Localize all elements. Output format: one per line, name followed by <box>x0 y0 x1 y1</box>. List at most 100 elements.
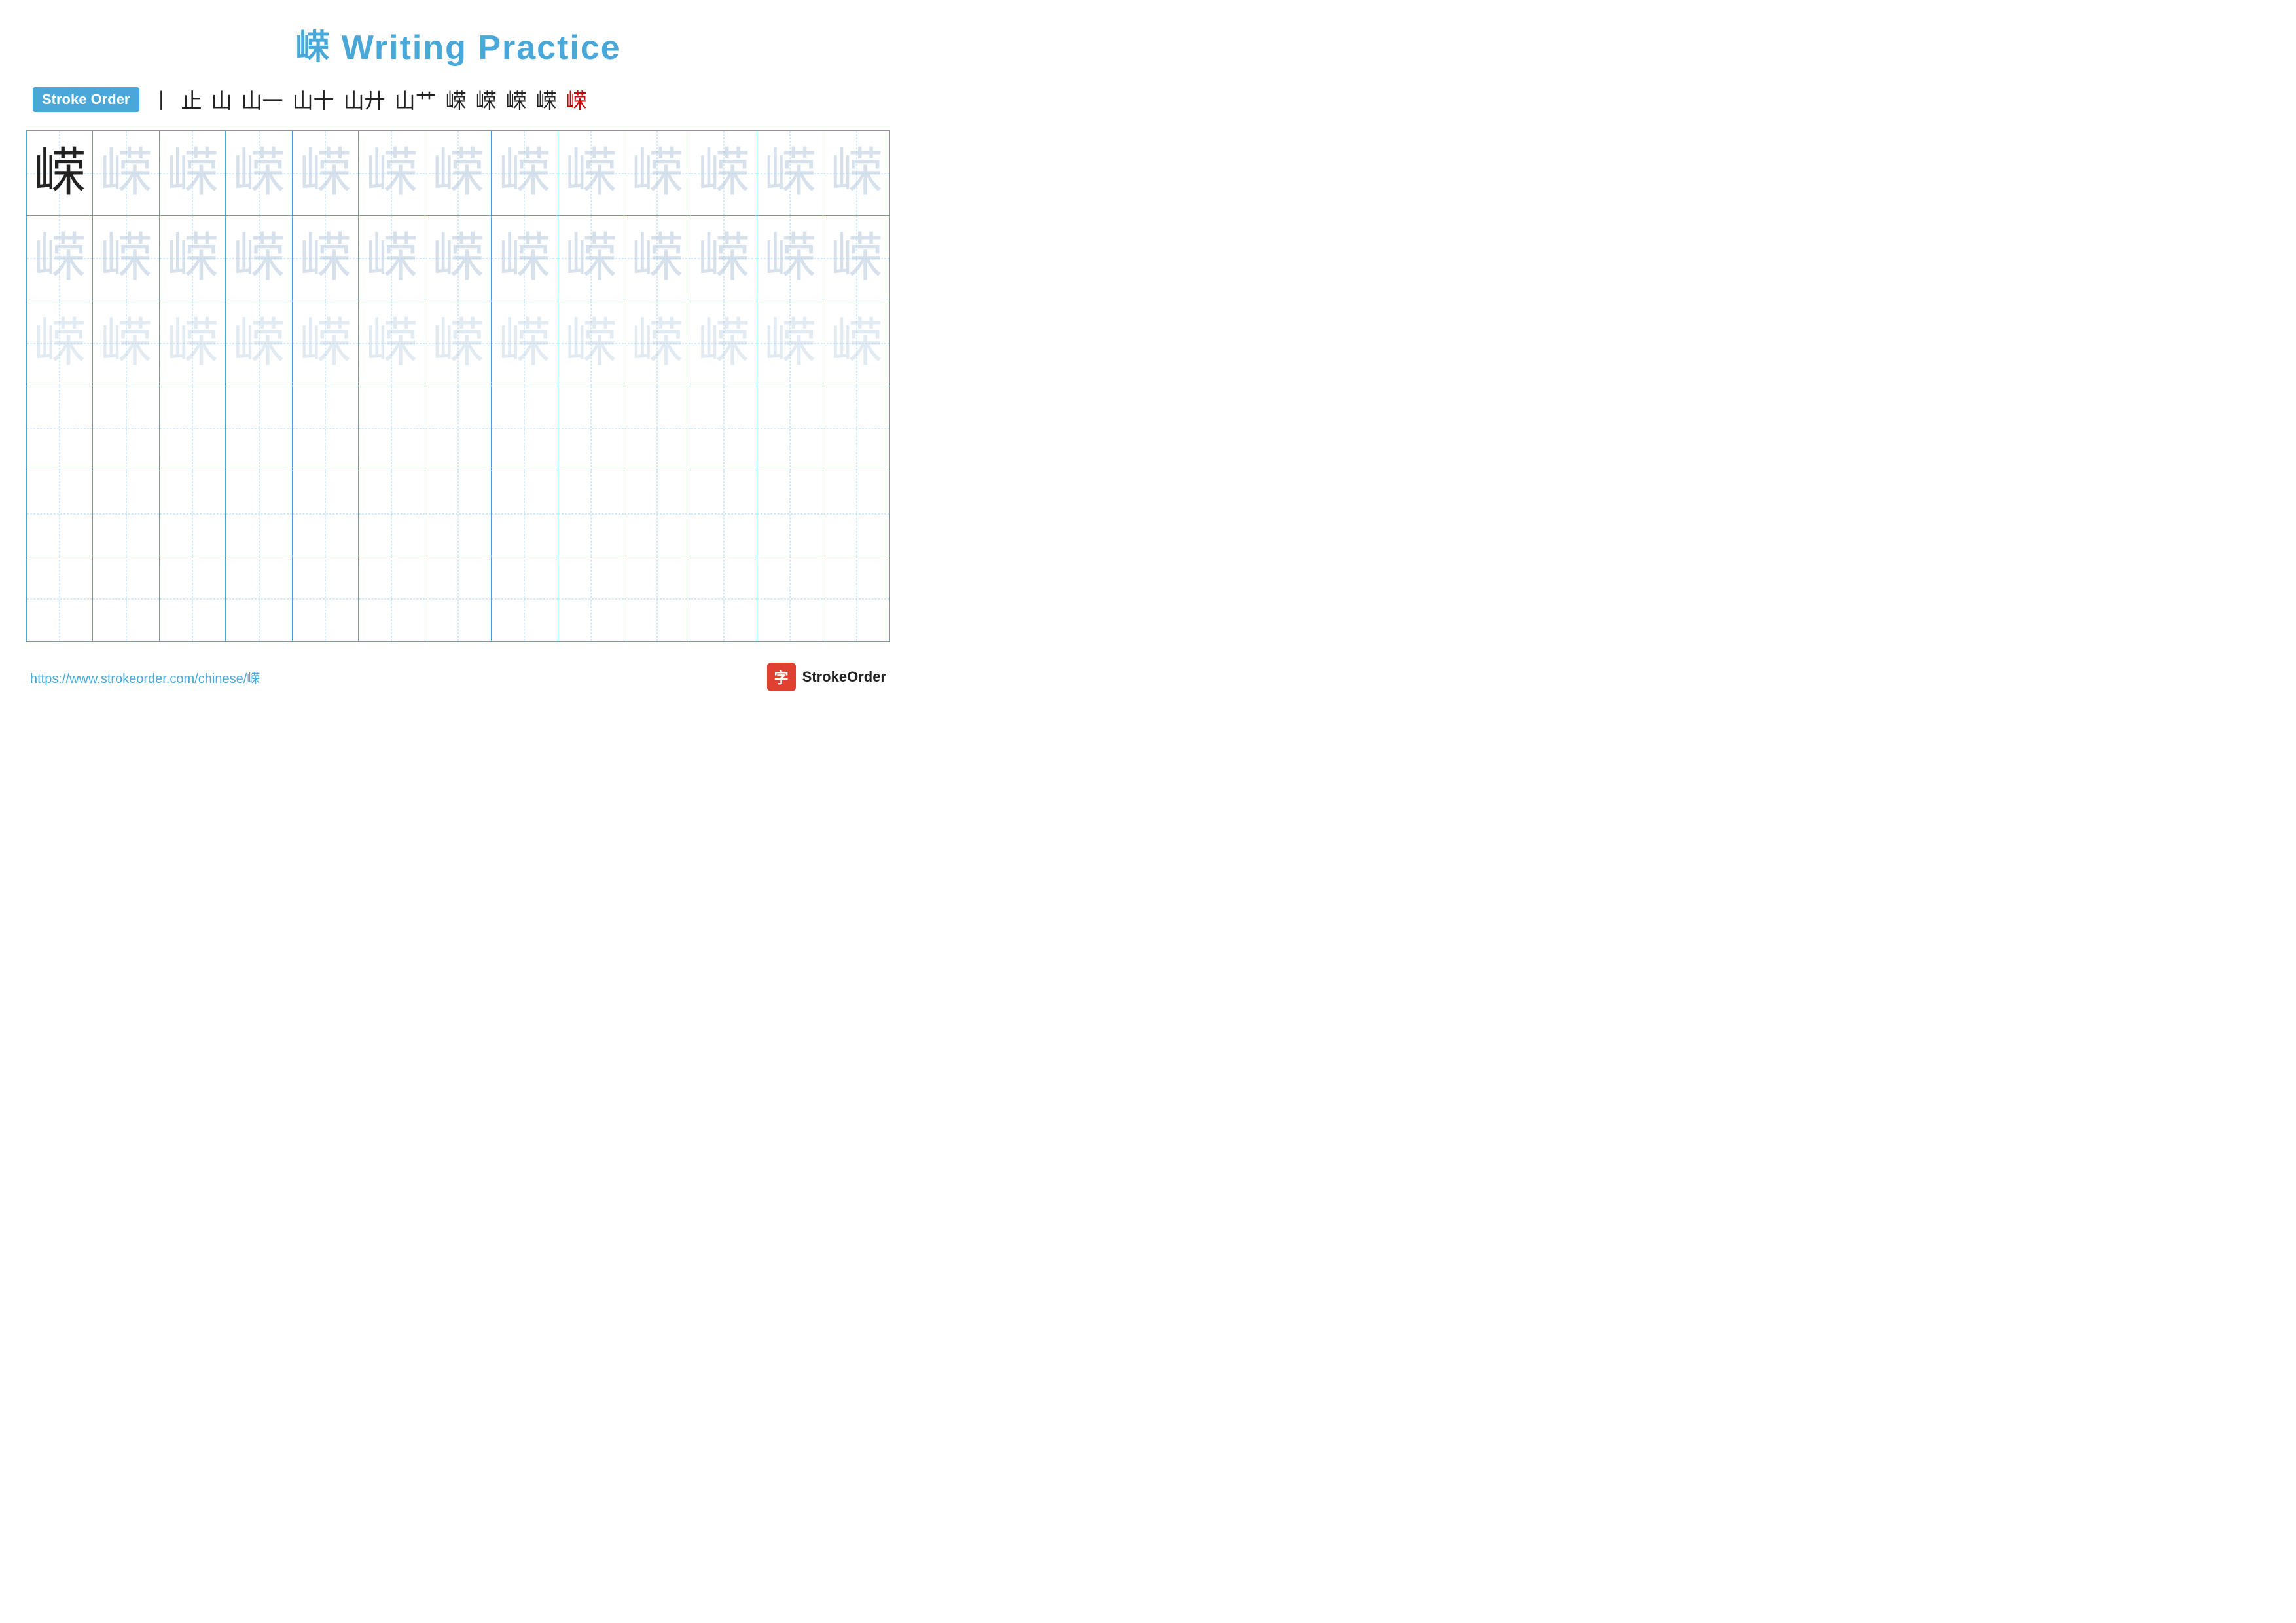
brand-name: StrokeOrder <box>802 668 886 685</box>
grid-cell: 嵘 <box>691 301 757 386</box>
grid-cell[interactable] <box>757 386 823 471</box>
stroke-sequence: 丨 止 山 山一 山十 山廾 山艹 嵘 嵘 嵘 嵘 嵘 <box>151 84 587 115</box>
char-faint2: 嵘 <box>631 315 683 373</box>
grid-cell[interactable] <box>292 471 358 556</box>
grid-cell[interactable] <box>823 386 890 471</box>
grid-cell[interactable] <box>691 386 757 471</box>
stroke-8: 嵘 <box>446 84 467 115</box>
grid-cell: 嵘 <box>359 216 425 301</box>
char-faint2: 嵘 <box>764 315 816 373</box>
grid-cell[interactable] <box>27 556 93 642</box>
grid-cell: 嵘 <box>93 216 159 301</box>
char-faint2: 嵘 <box>565 315 617 373</box>
char-faint2: 嵘 <box>698 315 750 373</box>
grid-cell[interactable] <box>93 556 159 642</box>
stroke-7: 山艹 <box>395 84 437 115</box>
char-faint: 嵘 <box>432 145 484 202</box>
grid-cell: 嵘 <box>823 131 890 216</box>
char-faint: 嵘 <box>565 145 617 202</box>
grid-cell[interactable] <box>492 386 558 471</box>
char-faint: 嵘 <box>166 230 219 287</box>
grid-cell[interactable] <box>624 556 691 642</box>
grid-cell[interactable] <box>159 556 225 642</box>
char-faint: 嵘 <box>764 230 816 287</box>
grid-cell: 嵘 <box>691 216 757 301</box>
grid-cell: 嵘 <box>558 131 624 216</box>
grid-cell[interactable] <box>359 471 425 556</box>
grid-cell: 嵘 <box>492 301 558 386</box>
grid-cell[interactable] <box>624 386 691 471</box>
grid-cell[interactable] <box>93 471 159 556</box>
grid-cell[interactable] <box>757 471 823 556</box>
stroke-6: 山廾 <box>344 84 386 115</box>
grid-cell[interactable] <box>691 556 757 642</box>
grid-cell[interactable] <box>624 471 691 556</box>
char-faint: 嵘 <box>498 230 550 287</box>
grid-cell[interactable] <box>558 471 624 556</box>
grid-cell[interactable] <box>757 556 823 642</box>
grid-cell[interactable] <box>558 386 624 471</box>
grid-cell[interactable] <box>226 386 292 471</box>
grid-cell: 嵘 <box>757 301 823 386</box>
stroke-10: 嵘 <box>506 84 527 115</box>
grid-cell[interactable] <box>292 556 358 642</box>
char-faint: 嵘 <box>631 145 683 202</box>
char-faint: 嵘 <box>299 230 351 287</box>
char-faint2: 嵘 <box>33 315 86 373</box>
grid-cell[interactable] <box>226 471 292 556</box>
grid-cell[interactable] <box>27 386 93 471</box>
table-row: 嵘 嵘 嵘 嵘 嵘 嵘 嵘 嵘 嵘 嵘 嵘 嵘 嵘 <box>27 301 890 386</box>
grid-cell[interactable] <box>27 471 93 556</box>
grid-cell[interactable] <box>492 471 558 556</box>
grid-cell: 嵘 <box>359 301 425 386</box>
footer-url[interactable]: https://www.strokeorder.com/chinese/嵘 <box>30 668 260 687</box>
grid-cell: 嵘 <box>492 216 558 301</box>
grid-cell[interactable] <box>226 556 292 642</box>
grid-cell: 嵘 <box>757 216 823 301</box>
grid-cell[interactable] <box>159 386 225 471</box>
grid-cell: 嵘 <box>292 216 358 301</box>
table-row: 嵘 嵘 嵘 嵘 嵘 嵘 嵘 嵘 嵘 嵘 嵘 嵘 嵘 <box>27 131 890 216</box>
char-faint2: 嵘 <box>498 315 550 373</box>
grid-cell: 嵘 <box>425 301 491 386</box>
grid-cell: 嵘 <box>624 216 691 301</box>
grid-cell[interactable] <box>359 386 425 471</box>
grid-cell: 嵘 <box>93 131 159 216</box>
grid-cell[interactable] <box>425 471 491 556</box>
grid-cell[interactable] <box>292 386 358 471</box>
grid-cell: 嵘 <box>159 301 225 386</box>
grid-cell[interactable] <box>558 556 624 642</box>
char-faint2: 嵘 <box>166 315 219 373</box>
grid-cell[interactable] <box>359 556 425 642</box>
brand-logo: 字 StrokeOrder <box>767 663 886 691</box>
table-row[interactable] <box>27 556 890 642</box>
stroke-11: 嵘 <box>536 84 557 115</box>
stroke-5: 山十 <box>293 84 334 115</box>
char-faint: 嵘 <box>831 145 883 202</box>
grid-cell[interactable] <box>823 471 890 556</box>
grid-cell: 嵘 <box>823 216 890 301</box>
grid-cell[interactable] <box>823 556 890 642</box>
grid-cell[interactable] <box>159 471 225 556</box>
grid-cell[interactable] <box>492 556 558 642</box>
grid-cell: 嵘 <box>226 301 292 386</box>
char-faint2: 嵘 <box>233 315 285 373</box>
char-faint: 嵘 <box>698 145 750 202</box>
grid-cell[interactable] <box>93 386 159 471</box>
grid-cell: 嵘 <box>425 131 491 216</box>
char-faint: 嵘 <box>698 230 750 287</box>
char-faint: 嵘 <box>299 145 351 202</box>
stroke-3: 山 <box>211 84 232 115</box>
table-row: 嵘 嵘 嵘 嵘 嵘 嵘 嵘 嵘 嵘 嵘 嵘 嵘 嵘 <box>27 216 890 301</box>
grid-cell: 嵘 <box>558 216 624 301</box>
table-row[interactable] <box>27 386 890 471</box>
grid-cell: 嵘 <box>757 131 823 216</box>
grid-cell[interactable] <box>425 556 491 642</box>
table-row[interactable] <box>27 471 890 556</box>
footer: https://www.strokeorder.com/chinese/嵘 字 … <box>26 663 890 691</box>
char-faint: 嵘 <box>100 145 152 202</box>
grid-cell: 嵘 <box>27 216 93 301</box>
grid-cell[interactable] <box>425 386 491 471</box>
grid-cell[interactable] <box>691 471 757 556</box>
stroke-1: 丨 <box>151 84 172 115</box>
